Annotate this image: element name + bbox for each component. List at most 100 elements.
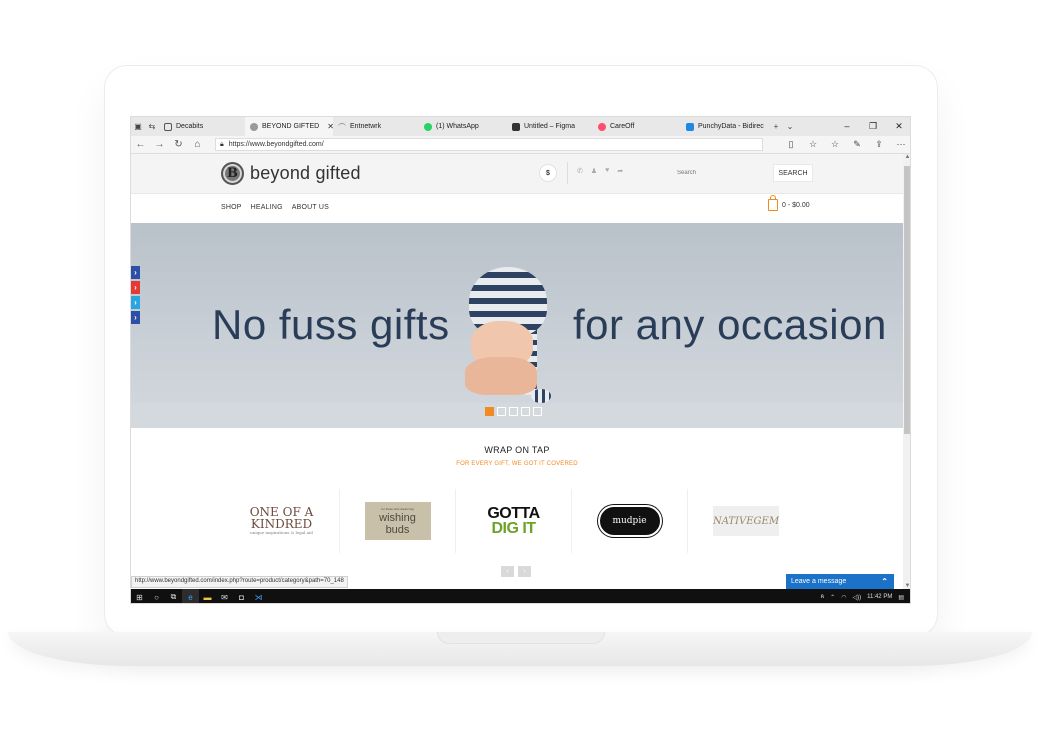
slider-dot-5[interactable] xyxy=(533,407,542,416)
side-arrow-icon[interactable]: › xyxy=(131,296,140,309)
forward-arrow-icon[interactable]: → xyxy=(150,139,169,150)
wifi-icon[interactable]: ◠ xyxy=(841,594,846,601)
brand-text: KINDRED xyxy=(250,517,313,531)
refresh-icon[interactable]: ↻ xyxy=(169,139,188,150)
brand-logo: GOTTA DIG IT xyxy=(487,506,540,537)
minimize-icon[interactable]: – xyxy=(834,121,860,132)
search-circle-icon[interactable]: ○ xyxy=(148,589,165,603)
tray-chevron-icon[interactable]: ⌃ xyxy=(830,594,835,601)
mail-icon[interactable]: ✉ xyxy=(216,589,233,603)
windows-start-icon[interactable]: ⊞ xyxy=(131,589,148,603)
hero-headline-right: for any occasion xyxy=(573,301,887,348)
nav-healing[interactable]: HEALING xyxy=(251,204,283,211)
tab-figma[interactable]: Untitled – Figma xyxy=(507,117,593,136)
tab-favicon xyxy=(164,122,172,131)
tab-careoff[interactable]: CareOff xyxy=(593,117,681,136)
brand-gotta-dig-it[interactable]: GOTTA DIG IT xyxy=(456,489,572,553)
side-arrow-icon[interactable]: › xyxy=(131,266,140,279)
brand-text: GEM xyxy=(753,515,780,527)
brand-text: buds xyxy=(385,523,410,536)
notifications-icon[interactable]: ▤ xyxy=(898,594,904,601)
file-explorer-icon[interactable]: ▬ xyxy=(199,589,216,603)
share-arrow-icon[interactable]: ➦ xyxy=(617,167,623,175)
wishlist-heart-icon[interactable]: ♥ xyxy=(605,167,609,175)
browser-toolbar-right: ▯ ☆ ☆ ✎ ⇪ ⋯ xyxy=(780,139,910,150)
people-icon[interactable]: ጸ xyxy=(821,594,825,601)
brand-wishing-buds[interactable]: for those who dream big wishing buds xyxy=(340,489,456,553)
slider-dot-3[interactable] xyxy=(509,407,518,416)
brand-mudpie[interactable]: mudpie xyxy=(572,489,688,553)
slider-dot-2[interactable] xyxy=(497,407,506,416)
brand-logo: for those who dream big wishing buds xyxy=(364,502,431,540)
brand-carousel: ONE OF A KINDRED unique inspirations & l… xyxy=(224,489,804,553)
favorite-star-icon[interactable]: ☆ xyxy=(802,139,824,150)
scroll-up-icon[interactable]: ▲ xyxy=(903,154,910,160)
restore-icon[interactable]: ❐ xyxy=(860,121,886,132)
tab-entnetwrk[interactable]: Entnetwrk xyxy=(333,117,419,136)
search-input[interactable] xyxy=(673,165,771,181)
vertical-scrollbar[interactable]: ▲ ▼ xyxy=(903,154,910,589)
close-window-icon[interactable]: ✕ xyxy=(886,121,910,132)
pen-icon[interactable]: ✎ xyxy=(846,139,868,150)
brand-text: DIG IT xyxy=(491,520,536,537)
scrollbar-thumb[interactable] xyxy=(904,166,910,434)
header-divider xyxy=(567,162,568,184)
hero-headline-left: No fuss gifts xyxy=(212,301,450,348)
new-tab-icon[interactable]: + xyxy=(769,117,783,136)
chat-widget[interactable]: Leave a message ⌃ xyxy=(786,574,894,589)
brand-one-of-a-kindred[interactable]: ONE OF A KINDRED unique inspirations & l… xyxy=(224,489,340,553)
store-icon[interactable]: ◘ xyxy=(233,589,250,603)
tab-actions-icon[interactable]: ▣ xyxy=(131,117,145,136)
slider-dots xyxy=(485,407,542,416)
prev-arrow-icon[interactable]: ‹ xyxy=(501,566,514,577)
edge-icon[interactable]: e xyxy=(182,589,199,603)
cart-button[interactable]: 0 - $0.00 xyxy=(768,195,810,211)
tab-list-chevron-icon[interactable]: ⌄ xyxy=(783,117,797,136)
favorites-hub-icon[interactable]: ☆ xyxy=(824,139,846,150)
nav-about-us[interactable]: ABOUT US xyxy=(292,204,329,211)
slider-dot-4[interactable] xyxy=(521,407,530,416)
tab-favicon xyxy=(598,122,606,131)
search-button[interactable]: SEARCH xyxy=(773,164,813,182)
reading-view-icon[interactable]: ▯ xyxy=(780,139,802,150)
side-arrow-icon[interactable]: › xyxy=(131,311,140,324)
clock[interactable]: 11:42 PM xyxy=(867,594,892,600)
back-arrow-icon[interactable]: ← xyxy=(131,139,150,150)
tab-punchydata[interactable]: PunchyData - Bidirec xyxy=(681,117,769,136)
account-icon[interactable]: ♟ xyxy=(591,167,597,175)
currency-selector[interactable]: $ xyxy=(539,164,557,182)
carousel-arrows: ‹ › xyxy=(501,566,531,577)
tab-decabits[interactable]: Decabits xyxy=(159,117,245,136)
site-nav: SHOP HEALING ABOUT US 0 - $0.00 xyxy=(131,194,903,223)
section-title: WRAP ON TAP xyxy=(484,445,550,455)
home-icon[interactable]: ⌂ xyxy=(188,139,207,150)
chevron-up-icon: ⌃ xyxy=(881,577,888,586)
tab-label: CareOff xyxy=(610,123,635,130)
tab-whatsapp[interactable]: (1) WhatsApp xyxy=(419,117,507,136)
address-bar-row: ← → ↻ ⌂ 🔒︎ https://www.beyondgifted.com/… xyxy=(131,136,910,154)
tab-label: Decabits xyxy=(176,123,204,130)
more-icon[interactable]: ⋯ xyxy=(890,139,910,150)
tab-favicon xyxy=(686,122,694,131)
share-icon[interactable]: ⇪ xyxy=(868,139,890,150)
address-bar[interactable]: 🔒︎ https://www.beyondgifted.com/ xyxy=(215,138,763,151)
chat-label: Leave a message xyxy=(791,578,847,585)
brand-text: NATIVE xyxy=(712,515,754,527)
vscode-icon[interactable]: ⋊ xyxy=(250,589,267,603)
side-arrow-icon[interactable]: › xyxy=(131,281,140,294)
nav-shop[interactable]: SHOP xyxy=(221,204,242,211)
set-aside-tabs-icon[interactable]: ⇆ xyxy=(145,117,159,136)
task-view-icon[interactable]: ⧉ xyxy=(165,589,182,603)
tab-beyond-gifted[interactable]: BEYOND GIFTED ✕ xyxy=(245,117,333,136)
main-menu: SHOP HEALING ABOUT US xyxy=(221,204,329,211)
side-widget: › › › › xyxy=(131,266,140,324)
hero-banner[interactable]: No fuss gifts for any occasion xyxy=(131,223,903,428)
phone-icon[interactable]: ✆ xyxy=(577,167,583,175)
site-logo[interactable]: B beyond gifted xyxy=(221,162,361,185)
section-subtitle: FOR EVERY GIFT, WE GOT IT COVERED xyxy=(456,461,578,467)
brand-native-gem[interactable]: NATIVE GEM xyxy=(688,489,804,553)
tab-label: Untitled – Figma xyxy=(524,123,575,130)
volume-icon[interactable]: ◁)) xyxy=(852,594,861,601)
slider-dot-1[interactable] xyxy=(485,407,494,416)
next-arrow-icon[interactable]: › xyxy=(518,566,531,577)
